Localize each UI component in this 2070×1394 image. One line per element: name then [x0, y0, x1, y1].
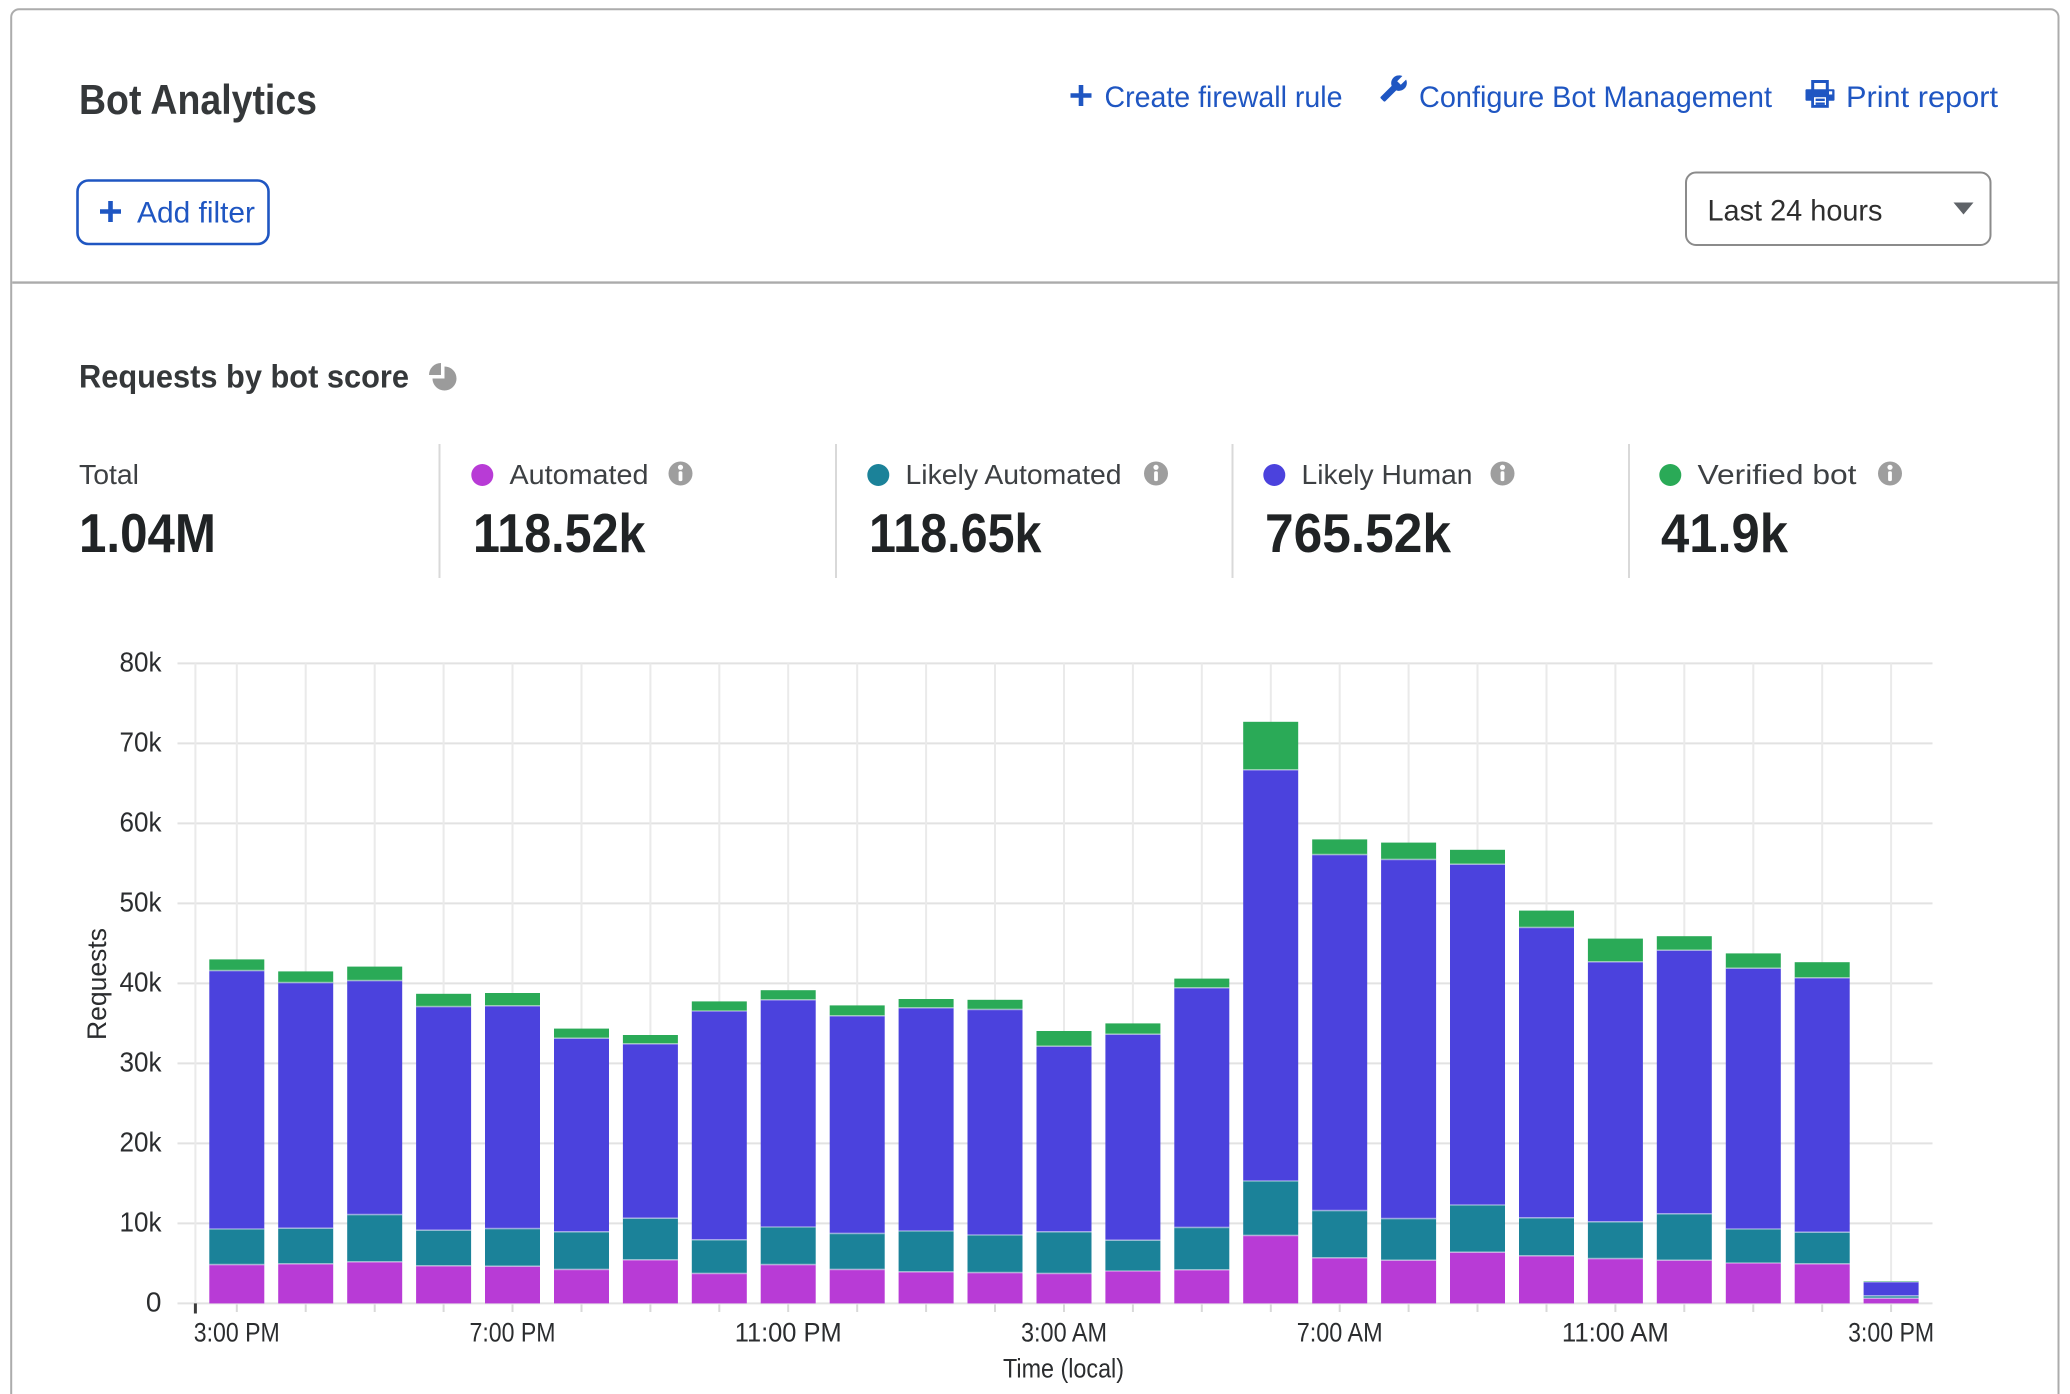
svg-text:30k: 30k — [120, 1046, 163, 1077]
svg-text:Time (local): Time (local) — [1003, 1354, 1124, 1384]
svg-text:20k: 20k — [120, 1126, 163, 1157]
svg-text:Bot Analytics: Bot Analytics — [79, 76, 317, 123]
svg-text:Create firewall rule: Create firewall rule — [1105, 81, 1343, 114]
svg-text:0: 0 — [146, 1286, 162, 1317]
svg-text:11:00 PM: 11:00 PM — [735, 1318, 842, 1348]
svg-text:3:00 AM: 3:00 AM — [1021, 1318, 1107, 1348]
svg-text:Last 24 hours: Last 24 hours — [1708, 195, 1883, 228]
svg-text:Configure Bot Management: Configure Bot Management — [1419, 81, 1773, 114]
svg-text:3:00 PM: 3:00 PM — [194, 1318, 280, 1348]
svg-text:Verified bot: Verified bot — [1698, 459, 1857, 490]
svg-text:Add filter: Add filter — [137, 197, 255, 230]
svg-text:118.52k: 118.52k — [473, 502, 646, 564]
svg-text:Requests: Requests — [82, 928, 112, 1040]
svg-text:41.9k: 41.9k — [1661, 502, 1788, 564]
svg-text:40k: 40k — [120, 966, 163, 997]
svg-text:70k: 70k — [120, 726, 163, 757]
svg-text:Total: Total — [79, 459, 139, 490]
svg-text:1.04M: 1.04M — [79, 502, 216, 564]
svg-text:3:00 PM: 3:00 PM — [1848, 1318, 1934, 1348]
svg-text:Likely Automated: Likely Automated — [906, 459, 1122, 490]
svg-text:7:00 PM: 7:00 PM — [470, 1318, 556, 1348]
svg-text:Automated: Automated — [510, 459, 649, 490]
svg-text:765.52k: 765.52k — [1265, 502, 1451, 564]
svg-text:60k: 60k — [120, 806, 163, 837]
svg-text:10k: 10k — [120, 1206, 163, 1237]
svg-text:118.65k: 118.65k — [869, 502, 1042, 564]
svg-text:50k: 50k — [120, 886, 163, 917]
svg-text:Requests by bot score: Requests by bot score — [79, 359, 409, 395]
svg-text:7:00 AM: 7:00 AM — [1297, 1318, 1383, 1348]
svg-text:11:00 AM: 11:00 AM — [1562, 1318, 1669, 1348]
svg-text:80k: 80k — [120, 646, 163, 677]
svg-text:Print report: Print report — [1846, 81, 1999, 114]
svg-text:Likely Human: Likely Human — [1302, 459, 1473, 490]
